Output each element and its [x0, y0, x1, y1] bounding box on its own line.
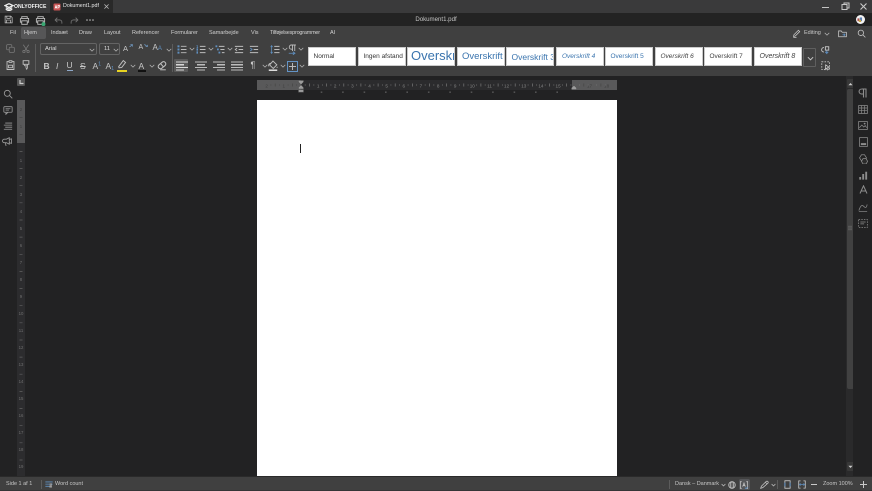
svg-text:4: 4: [368, 84, 371, 89]
svg-text:13: 13: [521, 84, 527, 89]
svg-text:13: 13: [19, 362, 24, 367]
svg-text:14: 14: [538, 84, 544, 89]
svg-text:3: 3: [351, 84, 354, 89]
svg-text:7: 7: [420, 84, 423, 89]
svg-text:17: 17: [19, 430, 24, 435]
svg-text:12: 12: [19, 345, 24, 350]
svg-text:18: 18: [19, 447, 24, 452]
svg-text:15: 15: [556, 84, 562, 89]
svg-text:15: 15: [19, 396, 24, 401]
svg-text:16: 16: [19, 413, 24, 418]
svg-text:2: 2: [334, 84, 337, 89]
svg-text:2: 2: [265, 84, 268, 89]
svg-text:19: 19: [19, 464, 24, 469]
svg-text:11: 11: [19, 328, 24, 333]
svg-text:1: 1: [283, 84, 286, 89]
svg-text:6: 6: [403, 84, 406, 89]
svg-text:17: 17: [587, 84, 593, 89]
svg-text:18: 18: [604, 84, 610, 89]
svg-text:10: 10: [470, 84, 476, 89]
svg-text:14: 14: [19, 379, 24, 384]
svg-text:10: 10: [19, 311, 24, 316]
svg-text:1: 1: [317, 84, 320, 89]
svg-text:12: 12: [504, 84, 510, 89]
svg-text:9: 9: [454, 84, 457, 89]
svg-text:5: 5: [385, 84, 388, 89]
svg-text:8: 8: [437, 84, 440, 89]
svg-text:11: 11: [487, 84, 492, 89]
